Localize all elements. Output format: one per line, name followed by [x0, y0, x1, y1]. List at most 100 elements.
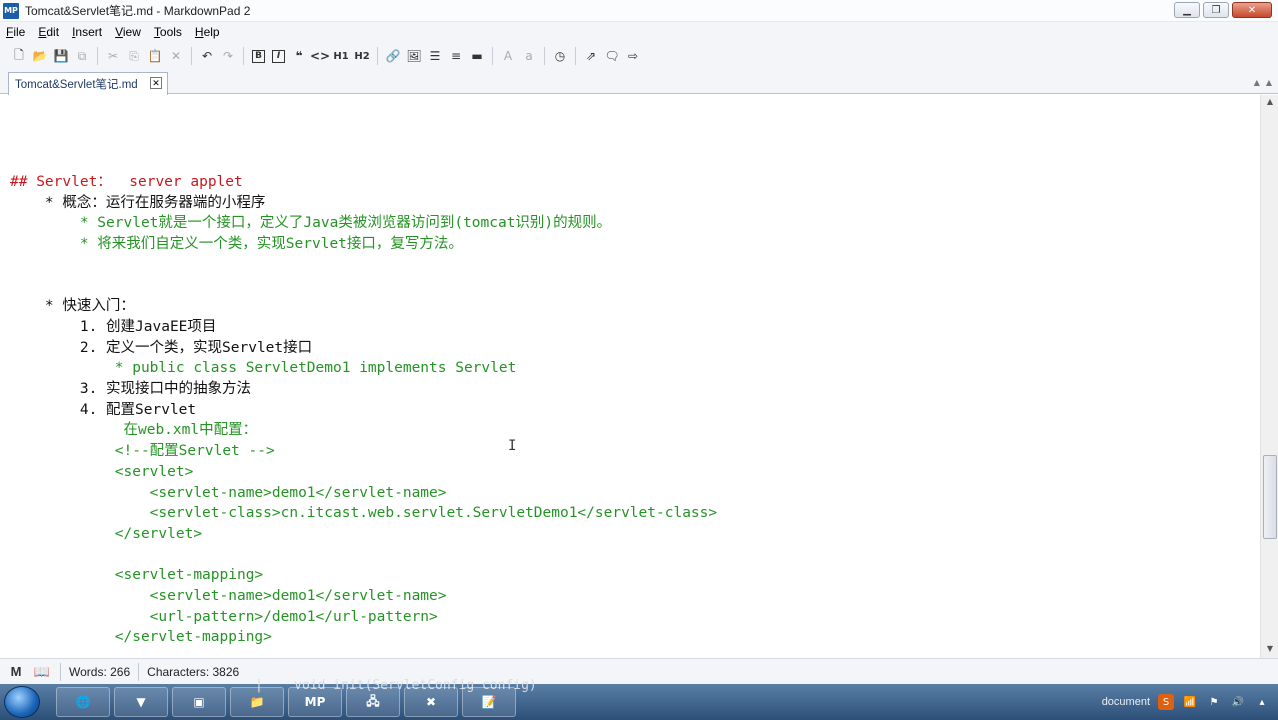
toolbar-separator [191, 47, 192, 65]
h2-icon[interactable]: H2 [353, 47, 371, 65]
markdownpad-window: MP Tomcat&Servlet笔记.md - MarkdownPad 2 ▁… [0, 0, 1278, 720]
editor-line[interactable]: ## Servlet： server applet [10, 172, 243, 193]
save-icon[interactable]: 💾 [52, 47, 70, 65]
export-icon[interactable]: ⇨ [624, 47, 642, 65]
cut-icon[interactable]: ✂ [104, 47, 122, 65]
scroll-down-icon[interactable]: ▼ [1264, 644, 1276, 656]
undo-icon[interactable]: ↶ [198, 47, 216, 65]
tray-flag-icon[interactable]: ⚑ [1206, 694, 1222, 710]
taskbar-network-icon[interactable]: 🖧 [346, 687, 400, 717]
tab-scroll-controls: ▲ ▲ [1254, 78, 1272, 87]
tab-document[interactable]: Tomcat&Servlet笔记.md ✕ [8, 72, 168, 95]
quote-icon[interactable]: ❝ [290, 47, 308, 65]
title-bar: MP Tomcat&Servlet笔记.md - MarkdownPad 2 ▁… [0, 0, 1278, 22]
editor-line[interactable]: <servlet-class>cn.itcast.web.servlet.Ser… [10, 503, 717, 524]
delete-icon[interactable]: ✕ [167, 47, 185, 65]
editor-line[interactable]: <url-pattern>/demo1</url-pattern> [10, 607, 438, 628]
save-all-icon[interactable]: ⧉ [73, 47, 91, 65]
book-icon[interactable]: 📖 [32, 664, 52, 680]
bulleted-list-icon[interactable]: ☰ [426, 47, 444, 65]
editor-line[interactable]: * public class ServletDemo1 implements S… [10, 358, 517, 379]
tray-input-icon[interactable]: S [1158, 694, 1174, 710]
taskbar-ide-icon[interactable]: ▣ [172, 687, 226, 717]
scroll-up-icon[interactable]: ▲ [1264, 97, 1276, 109]
code-icon[interactable]: <> [310, 47, 330, 65]
editor-line[interactable]: <servlet-name>demo1</servlet-name> [10, 483, 447, 504]
editor-line[interactable]: 在web.xml中配置： [10, 420, 257, 441]
uppercase-icon[interactable]: A [499, 47, 517, 65]
window-controls: ▁ ❐ ✕ [1174, 2, 1272, 18]
menu-view[interactable]: View [115, 25, 141, 39]
start-button[interactable] [4, 686, 40, 718]
toolbar-separator [243, 47, 244, 65]
close-button[interactable]: ✕ [1232, 2, 1272, 18]
restore-icon: ❐ [1211, 4, 1221, 16]
taskbar-browser-icon[interactable]: 🌐 [56, 687, 110, 717]
editor-line[interactable]: * Servlet就是一个接口，定义了Java类被浏览器访问到(tomcat识别… [10, 213, 611, 234]
editor-line[interactable]: * 概念：运行在服务器端的小程序 [10, 193, 265, 214]
editor-line[interactable]: <servlet-name>demo1</servlet-name> [10, 586, 447, 607]
live-preview-icon[interactable]: 🗨 [603, 47, 621, 65]
tab-scroll-left-icon[interactable]: ▲ [1254, 78, 1260, 87]
redo-icon[interactable]: ↷ [219, 47, 237, 65]
tab-scroll-right-icon[interactable]: ▲ [1266, 78, 1272, 87]
copy-icon[interactable]: ⎘ [125, 47, 143, 65]
menu-insert[interactable]: Insert [72, 25, 102, 39]
text-cursor-icon: I [508, 438, 517, 454]
editor-line[interactable]: <!--配置Servlet --> [10, 441, 275, 462]
taskbar-notes-icon[interactable]: 📝 [462, 687, 516, 717]
editor-line[interactable]: 2. 定义一个类，实现Servlet接口 [10, 338, 312, 359]
editor-line[interactable]: 3. 实现接口中的抽象方法 [10, 379, 251, 400]
close-tab-icon[interactable]: ✕ [150, 77, 162, 89]
open-folder-icon[interactable]: 📂 [31, 47, 49, 65]
tray-chevron-icon[interactable]: ▴ [1254, 694, 1270, 710]
toolbar-separator [544, 47, 545, 65]
markdown-icon[interactable]: M [6, 664, 26, 679]
system-tray: document S 📶 ⚑ 🔊 ▴ [1102, 684, 1278, 720]
menu-file[interactable]: File [6, 25, 25, 39]
taskbar-explorer-icon[interactable]: 📁 [230, 687, 284, 717]
taskbar-app-icon[interactable]: ▼ [114, 687, 168, 717]
menu-help[interactable]: Help [195, 25, 220, 39]
editor-line[interactable]: <servlet> [10, 462, 194, 483]
timestamp-icon[interactable]: ◷ [551, 47, 569, 65]
maximize-button[interactable]: ❐ [1203, 2, 1229, 18]
new-file-icon[interactable]: 🗋 [10, 47, 28, 65]
menu-tools[interactable]: Tools [154, 25, 182, 39]
window-title: Tomcat&Servlet笔记.md - MarkdownPad 2 [25, 4, 251, 18]
taskbar-markdownpad-button[interactable]: MP [288, 687, 342, 717]
editor-line[interactable]: 4. 配置Servlet [10, 400, 196, 421]
tray-network-icon[interactable]: 📶 [1182, 694, 1198, 710]
character-count: Characters: 3826 [147, 664, 240, 679]
h1-icon[interactable]: H1 [332, 47, 350, 65]
bold-icon[interactable]: B [252, 49, 265, 63]
markdownpad-app-icon[interactable]: MP [3, 2, 19, 19]
tray-volume-icon[interactable]: 🔊 [1230, 694, 1246, 710]
italic-icon[interactable]: I [272, 49, 285, 63]
status-bar: M 📖 Words: 266 Characters: 3826 [0, 658, 1278, 684]
toolbar-separator [492, 47, 493, 65]
horizontal-rule-icon[interactable]: ▬ [468, 47, 486, 65]
preview-icon[interactable]: ⇗ [582, 47, 600, 65]
editor-line[interactable]: * 将来我们自定义一个类，实现Servlet接口，复写方法。 [10, 234, 463, 255]
tab-label: Tomcat&Servlet笔记.md [15, 79, 138, 91]
link-icon[interactable]: 🔗 [384, 47, 402, 65]
windows-taskbar: | void init(ServletConfig config) 🌐 ▼ ▣ … [0, 678, 1278, 720]
editor-line[interactable]: </servlet-mapping> [10, 627, 272, 648]
toolbar: 🗋 📂 💾 ⧉ ✂ ⎘ 📋 ✕ ↶ ↷ B I ❝ <> H1 H2 🔗 🖼 ☰… [0, 42, 1278, 70]
paste-icon[interactable]: 📋 [146, 47, 164, 65]
markdown-editor[interactable]: ## Servlet： server applet * 概念：运行在服务器端的小… [0, 95, 1260, 658]
vertical-scrollbar[interactable]: ▲ ▼ [1260, 95, 1278, 658]
editor-line[interactable]: 1. 创建JavaEE项目 [10, 317, 217, 338]
taskbar-xmind-icon[interactable]: ✖ [404, 687, 458, 717]
scrollbar-thumb[interactable] [1263, 455, 1277, 539]
editor-line[interactable]: </servlet> [10, 524, 202, 545]
editor-line[interactable]: <servlet-mapping> [10, 565, 263, 586]
document-tab-strip: Tomcat&Servlet笔记.md ✕ ▲ ▲ [0, 70, 1278, 95]
lowercase-icon[interactable]: a [520, 47, 538, 65]
image-icon[interactable]: 🖼 [405, 47, 423, 65]
editor-line[interactable]: * 快速入门： [10, 296, 135, 317]
numbered-list-icon[interactable]: ≡ [447, 47, 465, 65]
minimize-button[interactable]: ▁ [1174, 2, 1200, 18]
menu-edit[interactable]: Edit [38, 25, 59, 39]
